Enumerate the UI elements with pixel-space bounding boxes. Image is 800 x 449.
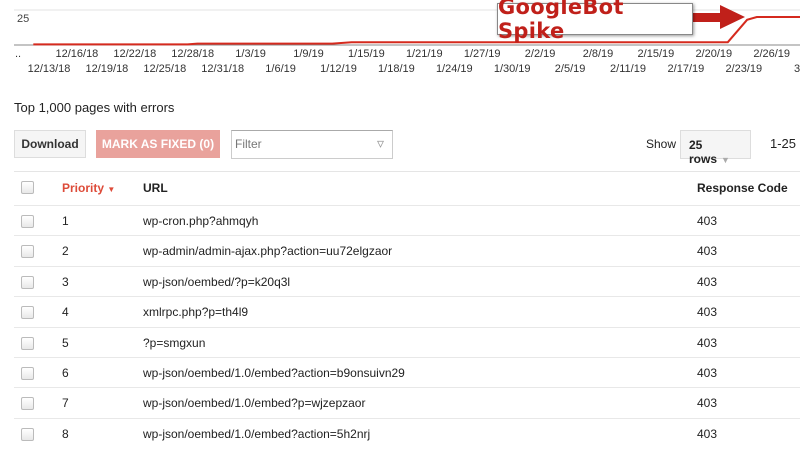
x-tick-label: 12/28/18	[171, 48, 214, 60]
response-code-cell: 403	[697, 244, 718, 259]
x-tick-label: 1/30/19	[494, 63, 531, 75]
table-row[interactable]: 3 wp-json/oembed/?p=k20q3l 403	[14, 265, 800, 297]
x-tick-label: 2/15/19	[638, 48, 675, 60]
section-title: Top 1,000 pages with errors	[14, 100, 175, 115]
url-cell[interactable]: xmlrpc.php?p=th4l9	[143, 305, 248, 319]
response-code-cell: 403	[697, 335, 718, 350]
x-tick-label: 1/9/19	[293, 48, 324, 60]
priority-cell: 7	[62, 396, 69, 411]
x-tick-label: 12/19/18	[85, 63, 128, 75]
caret-down-icon: ▼	[721, 155, 730, 165]
table-row[interactable]: 4 xmlrpc.php?p=th4l9 403	[14, 296, 800, 327]
download-button[interactable]: Download	[14, 130, 86, 158]
url-cell[interactable]: wp-cron.php?ahmqyh	[143, 214, 258, 228]
priority-cell: 4	[62, 305, 69, 320]
row-checkbox[interactable]	[21, 245, 34, 259]
rows-value: 25 rows	[689, 138, 718, 166]
pagination-range: 1-25	[770, 136, 797, 151]
x-tick-label: ..	[15, 48, 21, 60]
url-cell[interactable]: wp-admin/admin-ajax.php?action=uu72elgza…	[143, 244, 392, 258]
url-cell[interactable]: wp-json/oembed/1.0/embed?action=5h2nrj	[143, 427, 370, 441]
row-checkbox[interactable]	[21, 367, 34, 380]
response-code-cell: 403	[697, 214, 718, 228]
row-checkbox[interactable]	[21, 336, 34, 350]
x-tick-label: 1/21/19	[406, 48, 443, 60]
row-checkbox[interactable]	[21, 397, 34, 411]
x-tick-label: 2/2/19	[525, 48, 556, 60]
x-tick-label: 1/18/19	[378, 63, 415, 75]
table-row[interactable]: 2 wp-admin/admin-ajax.php?action=uu72elg…	[14, 235, 800, 266]
url-header[interactable]: URL	[143, 181, 168, 195]
url-cell[interactable]: wp-json/oembed/1.0/embed?action=b9onsuiv…	[143, 366, 405, 380]
x-tick-label: 1/24/19	[436, 63, 473, 75]
x-tick-label: 12/16/18	[55, 48, 98, 60]
x-tick-label: 1/15/19	[348, 48, 385, 60]
priority-cell: 6	[62, 366, 69, 380]
response-code-cell: 403	[697, 305, 718, 320]
response-code-header[interactable]: Response Code	[697, 181, 788, 195]
url-cell[interactable]: ?p=smgxun	[143, 336, 205, 350]
priority-cell: 1	[62, 214, 69, 228]
x-tick-label: 2/17/19	[668, 63, 705, 75]
url-cell[interactable]: wp-json/oembed/1.0/embed?p=wjzepzaor	[143, 396, 365, 410]
x-tick-label: 1/6/19	[265, 63, 296, 75]
y-tick-label: 25	[17, 13, 29, 25]
x-tick-label: 2/11/19	[610, 63, 646, 75]
row-checkbox[interactable]	[21, 275, 34, 289]
priority-cell: 3	[62, 274, 69, 289]
x-tick-label: 2/8/19	[583, 48, 614, 60]
priority-header-label: Priority	[62, 181, 105, 195]
x-tick-label: 2/20/19	[695, 48, 732, 60]
x-tick-label: 2/5/19	[555, 63, 586, 75]
sort-desc-icon: ▼	[107, 185, 116, 194]
x-tick-label: 1/3/19	[235, 48, 266, 60]
x-tick-label: 12/31/18	[201, 63, 244, 75]
filter-placeholder: Filter	[235, 137, 262, 151]
row-checkbox[interactable]	[21, 427, 34, 441]
response-code-cell: 403	[697, 274, 718, 289]
x-tick-label: 3/1	[794, 63, 800, 75]
select-all-checkbox[interactable]	[21, 181, 34, 194]
table-row[interactable]: 5 ?p=smgxun 403	[14, 326, 800, 358]
priority-cell: 8	[62, 426, 69, 441]
x-tick-label: 2/26/19	[753, 48, 790, 60]
response-code-cell: 403	[697, 366, 718, 380]
priority-header[interactable]: Priority ▼	[62, 181, 115, 195]
x-tick-label: 12/13/18	[28, 63, 71, 75]
rows-per-page-select[interactable]: 25 rows ▼	[680, 130, 751, 166]
priority-cell: 5	[62, 335, 69, 350]
x-tick-label: 2/23/19	[725, 63, 762, 75]
mark-as-fixed-button[interactable]: MARK AS FIXED (0)	[96, 130, 220, 158]
table-row[interactable]: 6 wp-json/oembed/1.0/embed?action=b9onsu…	[14, 357, 800, 388]
x-tick-label: 1/12/19	[320, 63, 357, 75]
x-tick-label: 12/22/18	[113, 48, 156, 60]
x-tick-label: 1/27/19	[464, 48, 501, 60]
table-row[interactable]: 8 wp-json/oembed/1.0/embed?action=5h2nrj…	[14, 417, 800, 449]
url-cell[interactable]: wp-json/oembed/?p=k20q3l	[143, 275, 290, 289]
googlebot-spike-annotation: GoogleBot Spike	[497, 0, 693, 43]
table-row[interactable]: 1 wp-cron.php?ahmqyh 403	[14, 205, 800, 236]
response-code-cell: 403	[697, 396, 718, 411]
priority-cell: 2	[62, 244, 69, 259]
row-checkbox[interactable]	[21, 215, 34, 228]
x-tick-label: 12/25/18	[143, 63, 186, 75]
filter-input[interactable]: Filter ▿	[231, 130, 393, 159]
show-label: Show	[646, 137, 677, 151]
row-checkbox[interactable]	[21, 306, 34, 320]
funnel-icon[interactable]: ▿	[377, 135, 384, 152]
arrow-icon	[692, 5, 745, 29]
table-row[interactable]: 7 wp-json/oembed/1.0/embed?p=wjzepzaor 4…	[14, 387, 800, 418]
response-code-cell: 403	[697, 426, 718, 441]
divider	[14, 171, 800, 172]
